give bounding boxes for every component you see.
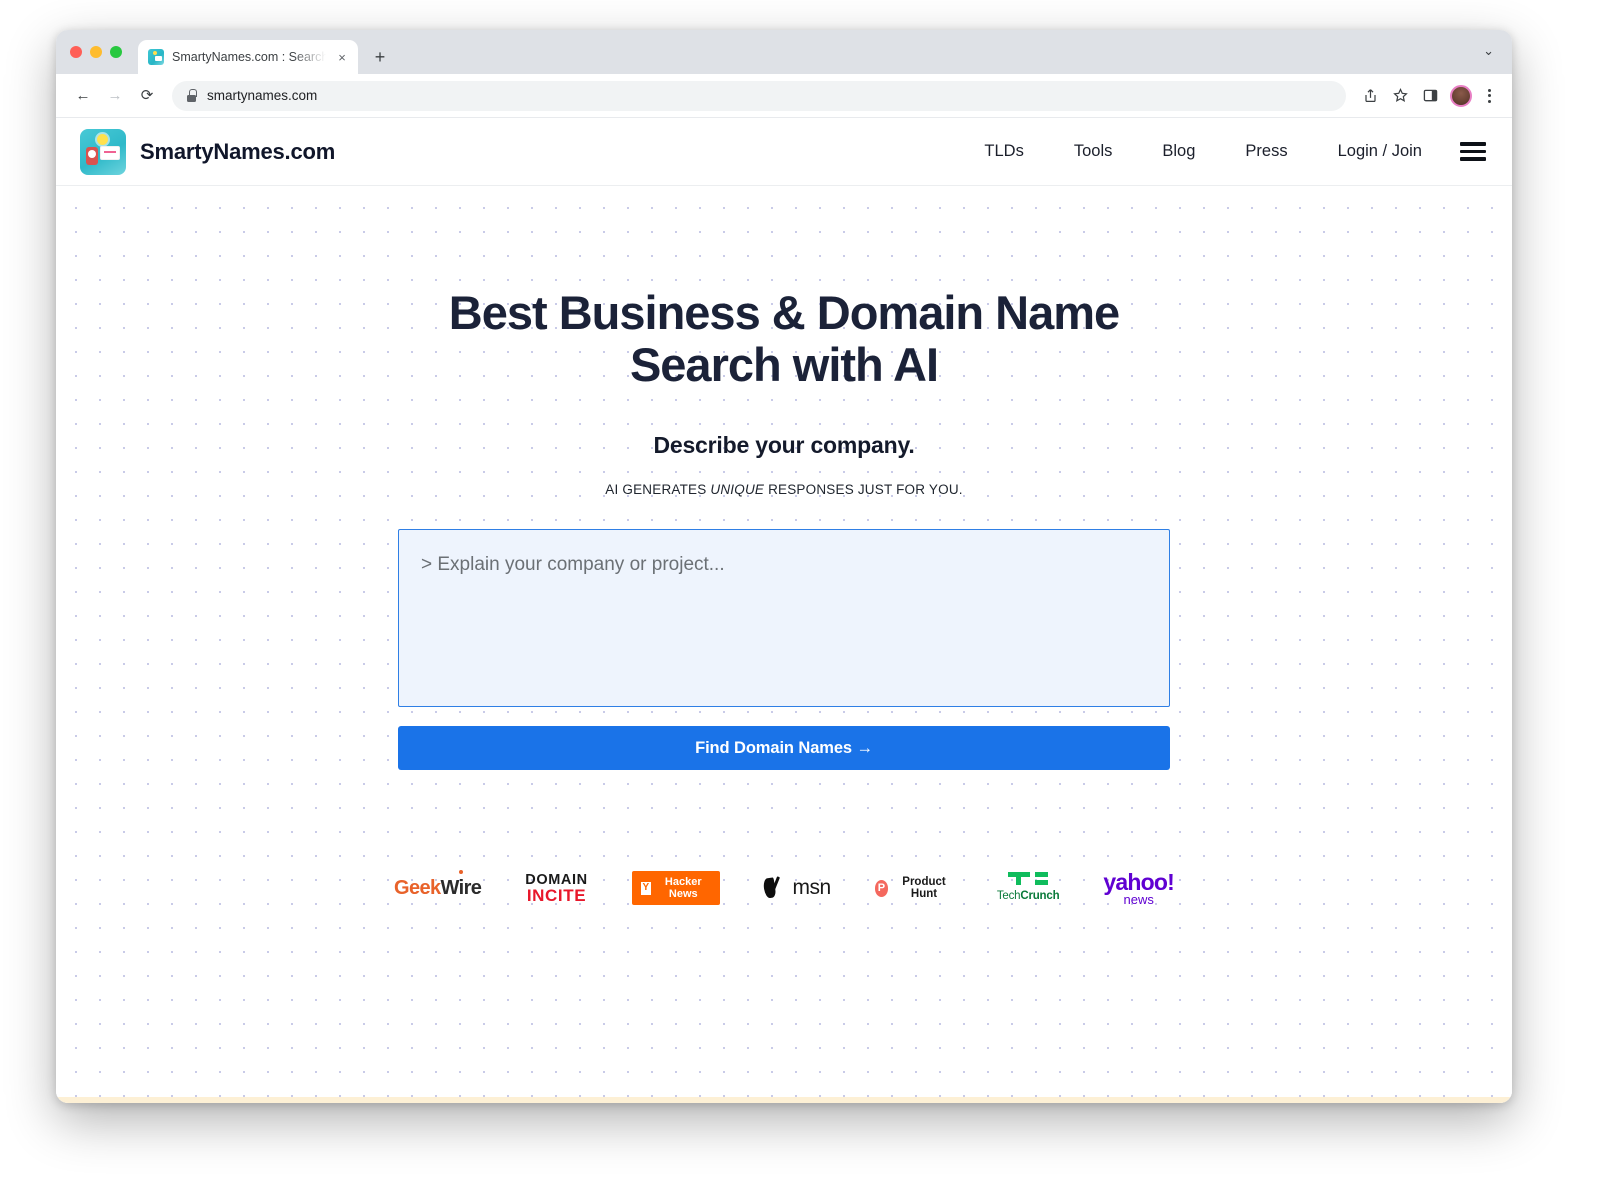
yahoo-wordmark: yahoo!: [1103, 868, 1174, 895]
geekwire-part-1: Geek: [394, 876, 441, 899]
press-logo-geekwire: Geek Wire: [394, 870, 482, 905]
site-header: SmartyNames.com TLDs Tools Blog Press Lo…: [56, 118, 1512, 186]
press-logo-domain-incite: DOMAIN INCITE: [525, 871, 587, 905]
smartynames-favicon-icon: [148, 49, 164, 65]
tagline-after: RESPONSES JUST FOR YOU.: [764, 482, 963, 498]
domain-incite-part-2: INCITE: [526, 886, 587, 906]
press-logo-hacker-news: Y Hacker News: [631, 871, 720, 906]
side-panel-icon[interactable]: [1416, 82, 1444, 110]
maximize-window-button[interactable]: [110, 46, 122, 58]
lock-icon: [186, 89, 197, 102]
techcrunch-mark-icon: [1008, 872, 1049, 886]
techcrunch-part-1: Tech: [996, 890, 1021, 903]
main-navigation: TLDs Tools Blog Press Login / Join: [959, 142, 1486, 161]
nav-item-press[interactable]: Press: [1220, 142, 1312, 161]
close-tab-icon[interactable]: ×: [334, 49, 350, 65]
forward-button[interactable]: →: [100, 81, 130, 111]
share-icon[interactable]: [1356, 82, 1384, 110]
ycombinator-badge-icon: Y: [640, 881, 652, 895]
describe-company-input[interactable]: [398, 529, 1170, 708]
back-button[interactable]: ←: [68, 81, 98, 111]
nav-item-tools[interactable]: Tools: [1049, 142, 1138, 161]
press-logo-msn: msn: [764, 871, 832, 905]
tagline: AI GENERATES UNIQUE RESPONSES JUST FOR Y…: [394, 482, 1174, 497]
smartynames-logo-icon: [80, 128, 126, 175]
subheading: Describe your company.: [653, 432, 915, 459]
find-domain-names-button[interactable]: Find Domain Names →: [398, 726, 1170, 771]
close-window-button[interactable]: [70, 46, 82, 58]
bottom-accent-strip: [56, 1097, 1512, 1103]
headline-highlight: with AI: [792, 337, 939, 391]
reload-button[interactable]: ⟳: [132, 81, 162, 111]
new-tab-button[interactable]: +: [366, 43, 394, 71]
tab-title: SmartyNames.com : Search Do: [172, 50, 326, 64]
tagline-emphasis: UNIQUE: [710, 482, 765, 498]
chevron-down-icon[interactable]: ⌄: [1483, 44, 1494, 57]
domain-incite-part-1: DOMAIN: [525, 871, 588, 888]
hero-section: Best Business & Domain Name Search with …: [56, 186, 1512, 1097]
browser-tab[interactable]: SmartyNames.com : Search Do ×: [138, 40, 358, 74]
press-logo-yahoo-news: yahoo! news: [1103, 868, 1174, 906]
brand-logo-link[interactable]: SmartyNames.com: [80, 128, 336, 175]
bookmark-star-icon[interactable]: [1386, 82, 1414, 110]
nav-item-blog[interactable]: Blog: [1137, 142, 1220, 161]
address-bar-url: smartynames.com: [207, 88, 318, 103]
headline-line-2-prefix: Search: [629, 337, 793, 391]
headline-line-1: Best Business & Domain Name: [448, 286, 1120, 339]
product-hunt-badge-icon: P: [874, 879, 889, 897]
browser-toolbar: ← → ⟳ smartynames.com: [56, 74, 1512, 118]
msn-butterfly-icon: [764, 876, 786, 900]
tab-strip: SmartyNames.com : Search Do × + ⌄: [56, 30, 1512, 74]
page-viewport: SmartyNames.com TLDs Tools Blog Press Lo…: [56, 118, 1512, 1103]
profile-avatar[interactable]: [1450, 84, 1472, 107]
search-area: Find Domain Names →: [394, 529, 1174, 771]
geekwire-part-2: Wire: [440, 876, 482, 899]
page-title: Best Business & Domain Name Search with …: [394, 287, 1174, 390]
brand-name: SmartyNames.com: [140, 138, 336, 164]
browser-window: SmartyNames.com : Search Do × + ⌄ ← → ⟳ …: [56, 30, 1512, 1103]
product-hunt-label: Product Hunt: [902, 876, 946, 901]
msn-label: msn: [792, 876, 832, 900]
techcrunch-part-2: Crunch: [1020, 890, 1060, 903]
nav-item-login-join[interactable]: Login / Join: [1313, 142, 1452, 161]
press-logo-product-hunt: P Product Hunt: [874, 871, 953, 905]
techcrunch-label: TechCrunch: [997, 890, 1060, 902]
window-traffic-lights: [70, 30, 138, 74]
tagline-before: AI GENERATES: [605, 482, 711, 498]
press-logo-techcrunch: TechCrunch: [997, 871, 1060, 905]
minimize-window-button[interactable]: [90, 46, 102, 58]
press-logos-row: Geek Wire DOMAIN INCITE Y Hacker News ms…: [394, 868, 1175, 908]
hacker-news-label: Hacker News: [664, 876, 702, 901]
nav-item-tlds[interactable]: TLDs: [959, 142, 1048, 161]
geekwire-dot-icon: [459, 870, 464, 875]
hamburger-menu-icon[interactable]: [1460, 142, 1486, 161]
browser-menu-icon[interactable]: [1478, 88, 1500, 103]
address-bar[interactable]: smartynames.com: [172, 80, 1346, 111]
